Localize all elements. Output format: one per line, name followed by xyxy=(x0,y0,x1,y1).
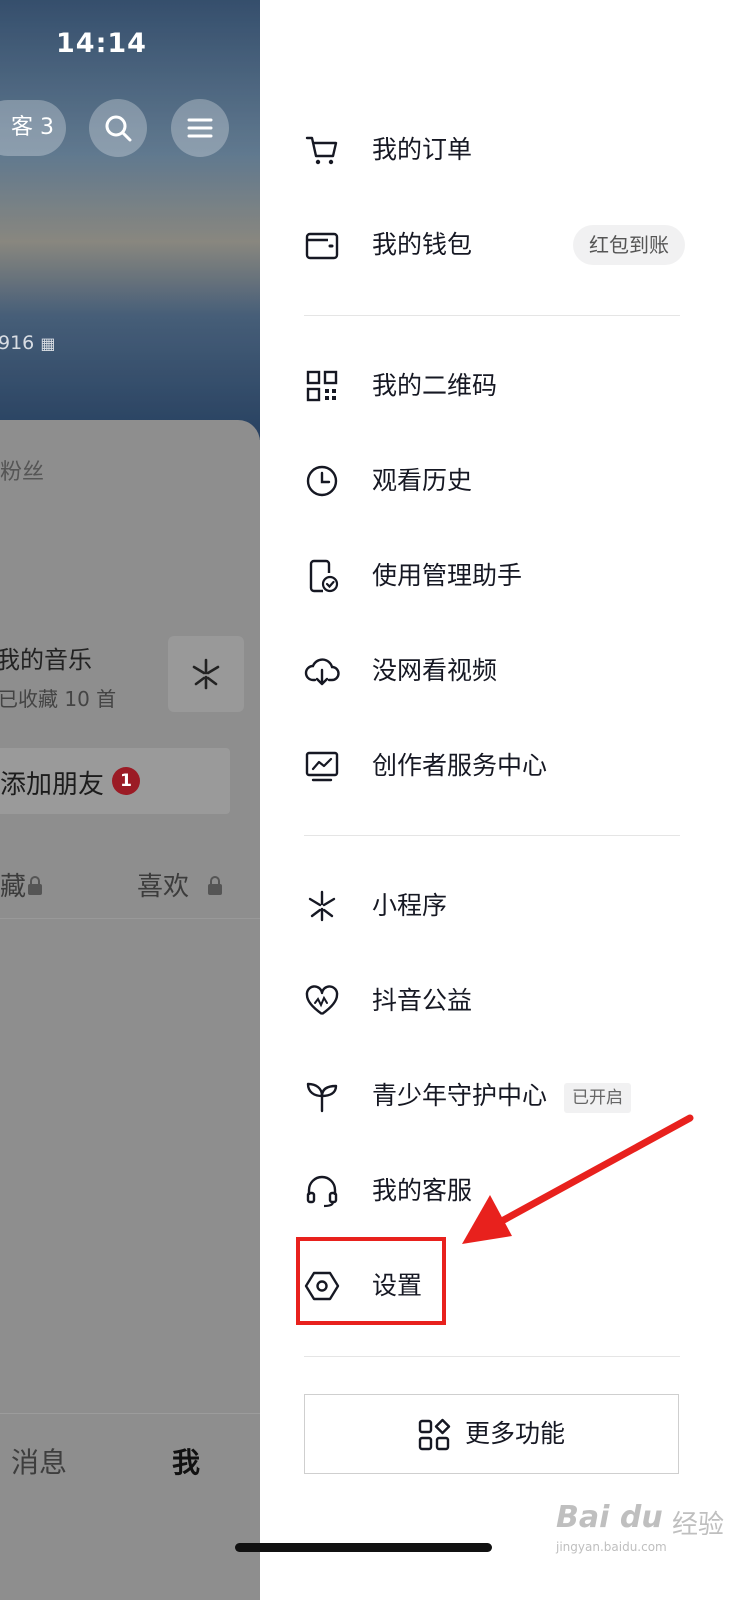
nav-message[interactable]: 消息 xyxy=(11,1441,67,1481)
menu-label: 小程序 xyxy=(372,891,448,920)
menu-label: 观看历史 xyxy=(372,466,473,495)
menu-item-wallet[interactable]: 我的钱包 红包到账 xyxy=(260,210,739,280)
watermark-url: jingyan.baidu.com xyxy=(556,1540,667,1554)
menu-item-offline-video[interactable]: 没网看视频 xyxy=(260,636,739,706)
baidu-watermark: Bai du 经验 jingyan.baidu.com xyxy=(556,1500,736,1566)
status-time: 14:14 xyxy=(56,28,147,59)
menu-item-history[interactable]: 观看历史 xyxy=(260,446,739,516)
menu-label: 我的二维码 xyxy=(372,371,498,400)
lock-icon xyxy=(208,876,222,895)
menu-label: 使用管理助手 xyxy=(372,561,523,590)
menu-item-usage-manager[interactable]: 使用管理助手 xyxy=(260,541,739,611)
qrcode-icon xyxy=(306,370,338,402)
menu-icon xyxy=(187,118,213,138)
enabled-tag: 已开启 xyxy=(564,1083,631,1113)
settings-highlight-box xyxy=(296,1237,446,1325)
phone-check-icon xyxy=(309,559,339,593)
menu-label: 没网看视频 xyxy=(372,656,498,685)
user-id: 916 ▦ xyxy=(0,332,56,354)
headset-icon xyxy=(306,1175,338,1208)
menu-item-customer-service[interactable]: 我的客服 xyxy=(260,1156,739,1226)
menu-item-youth-protection[interactable]: 青少年守护中心 已开启 xyxy=(260,1061,739,1131)
menu-item-charity[interactable]: 抖音公益 xyxy=(260,966,739,1036)
monitor-chart-icon xyxy=(305,751,339,782)
profile-banner xyxy=(0,0,260,440)
menu-label: 青少年守护中心 xyxy=(372,1081,548,1110)
add-friend-label: 添加朋友 xyxy=(0,770,105,800)
more-features-button[interactable]: 更多功能 xyxy=(304,1394,679,1474)
menu-label: 抖音公益 xyxy=(372,986,473,1015)
tab-like[interactable]: 喜欢 xyxy=(137,866,189,903)
nav-me[interactable]: 我 xyxy=(172,1441,200,1481)
tab-divider xyxy=(0,918,260,919)
section-divider xyxy=(304,835,680,836)
fans-label: 粉丝 xyxy=(0,460,45,485)
menu-label: 创作者服务中心 xyxy=(372,751,548,780)
heart-icon xyxy=(305,985,339,1015)
watermark-sub: 经验 xyxy=(672,1510,725,1540)
menu-button[interactable] xyxy=(171,99,229,157)
menu-item-creator-center[interactable]: 创作者服务中心 xyxy=(260,731,739,801)
section-divider xyxy=(304,315,680,316)
music-subtitle: 已收藏 10 首 xyxy=(0,687,117,711)
lock-icon xyxy=(28,876,42,895)
visitor-button[interactable]: 客 3 xyxy=(0,100,66,156)
miniprogram-shortcut[interactable] xyxy=(168,636,244,712)
cloud-download-icon xyxy=(304,658,340,686)
profile-background: 14:14 客 3 916 ▦ 粉丝 我的音乐 已收藏 10 首 添加朋友 1 … xyxy=(0,0,260,1600)
music-title[interactable]: 我的音乐 xyxy=(0,640,92,675)
menu-label: 我的客服 xyxy=(372,1176,473,1205)
wallet-icon xyxy=(305,232,339,260)
menu-label: 我的钱包 xyxy=(372,230,473,259)
section-divider xyxy=(304,1356,680,1357)
menu-item-qrcode[interactable]: 我的二维码 xyxy=(260,351,739,421)
notification-badge: 1 xyxy=(112,767,140,795)
cart-icon xyxy=(305,136,338,165)
search-button[interactable] xyxy=(89,99,147,157)
more-features-label: 更多功能 xyxy=(465,1419,566,1448)
bottom-nav-divider xyxy=(0,1413,260,1414)
red-packet-pill[interactable]: 红包到账 xyxy=(573,225,685,265)
home-indicator xyxy=(235,1543,492,1552)
tab-collect[interactable]: 藏 xyxy=(0,866,26,903)
menu-item-miniprogram[interactable]: 小程序 xyxy=(260,871,739,941)
menu-label: 我的订单 xyxy=(372,135,473,164)
profile-card xyxy=(0,420,260,1600)
clock-icon xyxy=(306,465,338,497)
search-icon xyxy=(105,115,132,142)
miniprogram-icon xyxy=(192,658,220,690)
watermark-logo: Bai du xyxy=(556,1500,663,1535)
side-drawer: 我的订单 我的钱包 红包到账 我的二维码 观看历史 使用管理助手 没网看视频 创… xyxy=(260,0,739,1600)
sprout-icon xyxy=(306,1082,338,1113)
menu-item-orders[interactable]: 我的订单 xyxy=(260,115,739,185)
qrcode-small-icon: ▦ xyxy=(40,334,56,353)
miniprogram-icon xyxy=(308,890,336,922)
apps-icon xyxy=(418,1418,451,1451)
